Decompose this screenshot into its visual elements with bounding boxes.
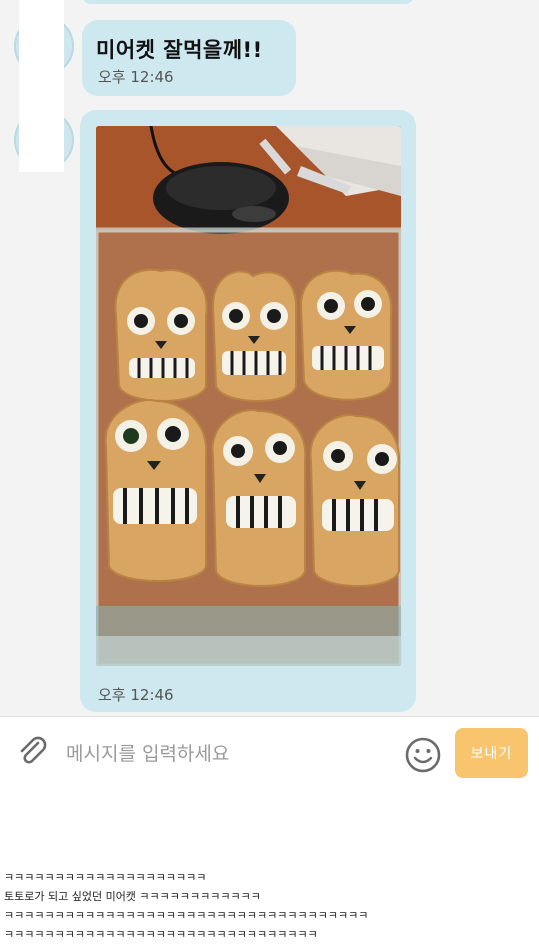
photo-message-bubble[interactable]: 오후 12:46 [80,110,416,712]
message-text: 미어켓 잘먹을께!! [96,38,263,62]
message-input-bar: 보내기 [0,716,539,788]
caption-line: ㅋㅋㅋㅋㅋㅋㅋㅋㅋㅋㅋㅋㅋㅋㅋㅋㅋㅋㅋㅋ [4,871,207,884]
avatar-redaction [19,0,64,172]
post-caption: ㅋㅋㅋㅋㅋㅋㅋㅋㅋㅋㅋㅋㅋㅋㅋㅋㅋㅋㅋㅋ 토토로가 되고 싶었던 미어캣 ㅋㅋㅋ… [4,868,534,944]
caption-line: ㅋㅋㅋㅋㅋㅋㅋㅋㅋㅋㅋㅋㅋㅋㅋㅋㅋㅋㅋㅋㅋㅋㅋㅋㅋㅋㅋㅋㅋㅋㅋㅋㅋㅋㅋㅋ [4,909,369,922]
photo-illustration [96,126,401,666]
meerkat-inari-group [104,268,401,587]
shared-photo[interactable] [96,126,401,666]
chat-area: 미어켓 잘먹을께!! 오후 12:46 오후 12:46 [0,0,539,716]
message-time: 오후 12:46 [98,68,174,86]
message-bubble[interactable]: 미어켓 잘먹을께!! 오후 12:46 [82,20,296,96]
caption-line: ㅋㅋㅋㅋㅋㅋㅋㅋㅋㅋㅋㅋㅋㅋㅋㅋㅋㅋㅋㅋㅋㅋㅋㅋㅋㅋㅋㅋㅋㅋㅋ [4,928,318,941]
message-time: 오후 12:46 [98,686,174,704]
caption-line: 토토로가 되고 싶었던 미어캣 ㅋㅋㅋㅋㅋㅋㅋㅋㅋㅋㅋㅋ [4,890,261,903]
send-button[interactable]: 보내기 [455,728,528,778]
paperclip-icon[interactable] [16,735,50,769]
message-input[interactable] [64,737,388,771]
previous-message-bubble [82,0,414,4]
smiley-icon[interactable] [404,736,442,774]
